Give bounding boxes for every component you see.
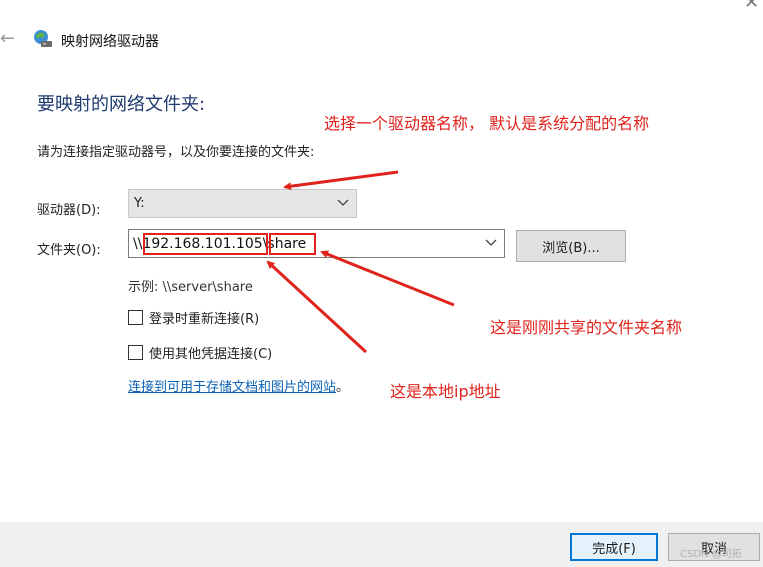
drive-note-arrow (283, 170, 399, 191)
website-link-suffix: 。 (336, 380, 350, 395)
website-link-line: 连接到可用于存储文档和图片的网站。 (128, 376, 349, 395)
network-drive-icon (32, 28, 54, 50)
other-credentials-checkbox[interactable] (128, 345, 143, 360)
drive-select[interactable]: Y: (128, 189, 357, 218)
finish-button[interactable]: 完成(F) (570, 533, 658, 561)
ip-highlight-box (143, 233, 268, 255)
share-note-arrow (320, 250, 455, 307)
drive-selected-value: Y: (134, 196, 145, 211)
reconnect-label: 登录时重新连接(R) (149, 312, 260, 327)
drive-annotation: 选择一个驱动器名称， 默认是系统分配的名称 (324, 114, 650, 133)
other-credentials-label: 使用其他凭据连接(C) (149, 347, 273, 362)
chevron-down-icon (337, 199, 349, 206)
back-arrow-icon[interactable]: ← (0, 28, 15, 49)
close-icon[interactable]: ✕ (744, 0, 759, 13)
other-credentials-option[interactable]: 使用其他凭据连接(C) (128, 343, 272, 362)
page-heading: 要映射的网络文件夹: (37, 94, 206, 115)
reconnect-checkbox[interactable] (128, 310, 143, 325)
chevron-down-icon (485, 239, 497, 246)
share-highlight-box (269, 233, 316, 255)
ip-annotation: 这是本地ip地址 (390, 382, 501, 401)
website-link[interactable]: 连接到可用于存储文档和图片的网站 (128, 380, 336, 395)
browse-button[interactable]: 浏览(B)... (516, 230, 626, 262)
reconnect-option[interactable]: 登录时重新连接(R) (128, 308, 259, 327)
instruction-text: 请为连接指定驱动器号，以及你要连接的文件夹: (37, 145, 315, 160)
folder-label: 文件夹(O): (37, 243, 101, 258)
window-title: 映射网络驱动器 (61, 34, 159, 50)
watermark: CSDN @司拓 (680, 549, 742, 560)
example-text: 示例: \\server\share (128, 280, 253, 295)
drive-label: 驱动器(D): (37, 203, 101, 218)
annotation-arrows (266, 170, 455, 354)
ip-note-arrow (266, 260, 368, 354)
share-annotation: 这是刚刚共享的文件夹名称 (490, 318, 683, 337)
